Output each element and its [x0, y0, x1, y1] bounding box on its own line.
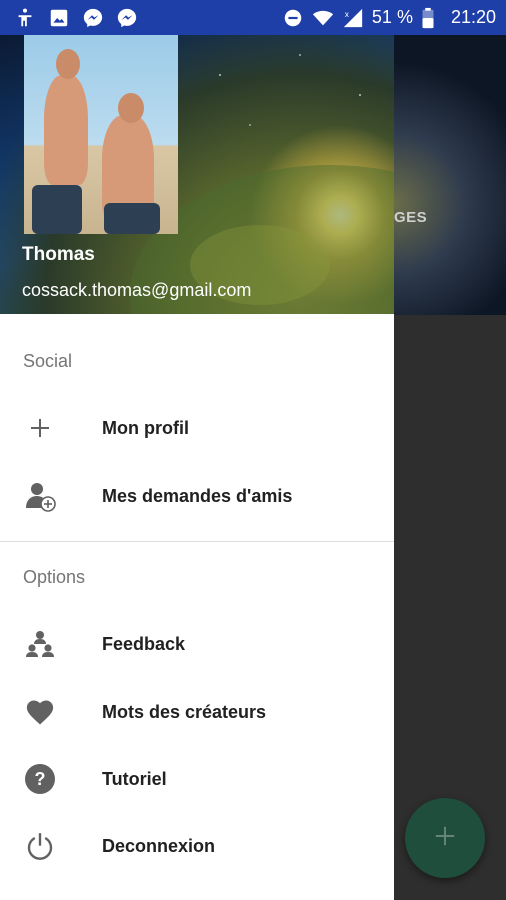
background-header: GES [394, 35, 506, 315]
account-email: cossack.thomas@gmail.com [22, 280, 252, 300]
add-fab-button[interactable] [405, 798, 485, 878]
clock: 21:20 [450, 7, 496, 27]
menu-item-label: Mon profil [102, 417, 189, 438]
background-tab-label: GES [394, 209, 428, 226]
svg-text:?: ? [35, 769, 46, 789]
menu-item-label: Mots des créateurs [102, 701, 267, 722]
battery-icon [421, 7, 443, 29]
menu-item-deconnexion[interactable]: Deconnexion [0, 817, 394, 875]
section-title-social: Social [23, 351, 73, 371]
feedback-icon [24, 628, 56, 660]
do-not-disturb-icon [282, 7, 304, 29]
battery-percent: 51 % [371, 7, 413, 27]
section-title-options: Options [23, 567, 86, 587]
friend-request-icon [24, 480, 56, 512]
wifi-icon [312, 7, 334, 29]
background-app: GES [394, 35, 506, 900]
account-name: Thomas [22, 244, 95, 265]
svg-text:x: x [345, 10, 350, 19]
drawer-header: Thomas cossack.thomas@gmail.com [0, 35, 394, 314]
plus-icon [24, 412, 56, 444]
menu-item-label: Feedback [102, 633, 186, 654]
menu-item-mon-profil[interactable]: Mon profil [0, 399, 394, 457]
section-divider [0, 541, 394, 542]
menu-item-label: Mes demandes d'amis [102, 485, 293, 506]
menu-item-label: Tutoriel [102, 768, 167, 789]
navigation-drawer: Thomas cossack.thomas@gmail.com Social M… [0, 35, 394, 900]
menu-item-mots-des-createurs[interactable]: Mots des créateurs [0, 683, 394, 741]
plus-icon [434, 825, 456, 852]
messenger-icon [116, 7, 138, 29]
menu-item-feedback[interactable]: Feedback [0, 615, 394, 673]
messenger-icon [82, 7, 104, 29]
accessibility-icon [14, 7, 36, 29]
signal-icon: x [342, 7, 364, 29]
menu-item-label: Deconnexion [102, 835, 216, 856]
power-icon [24, 830, 56, 862]
menu-item-tutoriel[interactable]: ? Tutoriel [0, 750, 394, 808]
help-icon: ? [24, 763, 56, 795]
heart-icon [24, 696, 56, 728]
menu-item-mes-demandes-damis[interactable]: Mes demandes d'amis [0, 467, 394, 525]
status-bar: x 51 % 21:20 [0, 0, 506, 35]
image-icon [48, 7, 70, 29]
profile-photo[interactable] [24, 35, 178, 234]
